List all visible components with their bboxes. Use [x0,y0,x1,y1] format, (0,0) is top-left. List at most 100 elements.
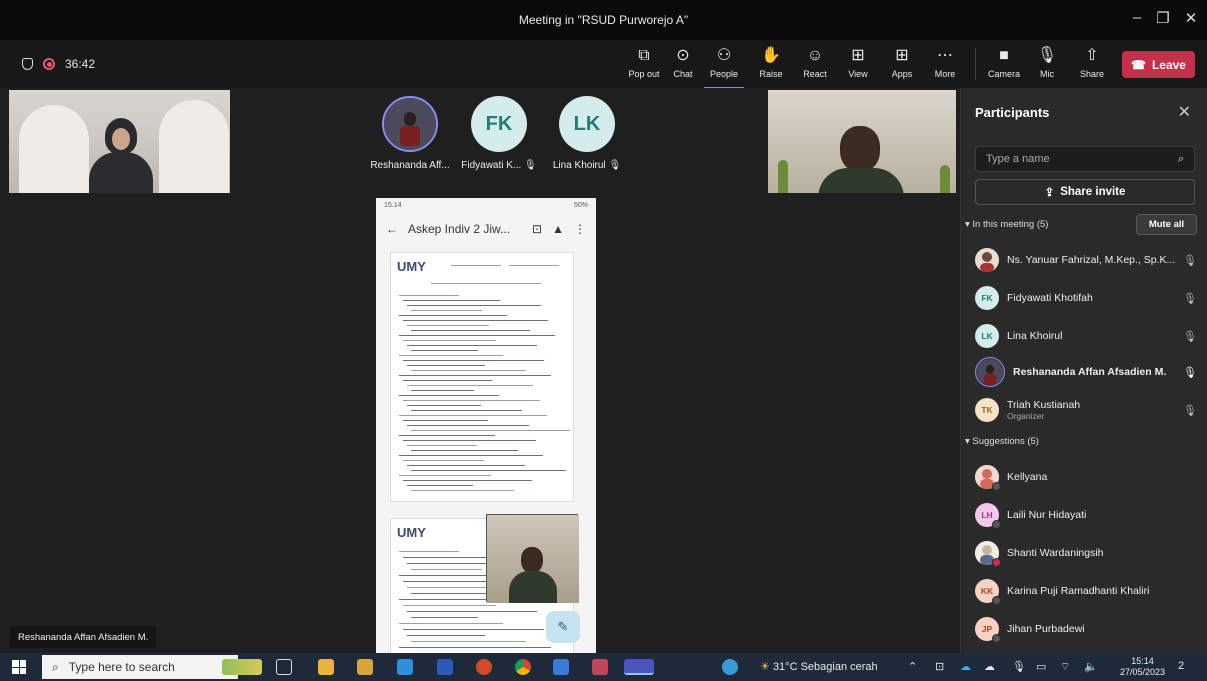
app-icon[interactable] [553,659,569,675]
participant-row[interactable]: LK Lina Khoirul 🎙 [975,319,1200,353]
people-button[interactable]: ⚇ People [704,46,744,89]
suggestions-section-header[interactable]: ▾ Suggestions (5) [965,436,1039,447]
calendar-app-icon[interactable] [592,659,608,675]
suggestion-row[interactable]: KK Karina Puji Ramadhanti Khaliri [975,574,1200,608]
pop-out-button[interactable]: ⧉ Pop out [624,46,664,79]
background-arch [19,105,89,193]
offline-status-icon [992,520,1001,529]
search-icon: ⌕ [52,659,59,674]
participant-avatar: FK [975,286,999,310]
document-text-line [407,635,485,636]
help-icon[interactable] [722,659,738,675]
participant-row[interactable]: TK Triah Kustianah Organizer 🎙 [975,393,1200,427]
share-button[interactable]: ⇧ Share [1072,46,1112,79]
notifications-icon[interactable]: 2 [1178,660,1184,672]
document-text-line [407,325,489,326]
participant-row[interactable]: Reshananda Affan Afsadien M. 🎙 [975,355,1200,389]
background-arch [159,100,229,193]
document-text-line [403,440,536,441]
document-text-line [407,445,477,446]
document-text-line [407,305,541,306]
mic-muted-icon: 🎙 [1183,254,1197,267]
document-text-line [403,605,496,606]
document-text-line [407,385,533,386]
document-page: UMY [390,252,574,502]
toolbar-divider [975,48,976,80]
teams-icon[interactable] [624,659,654,675]
microphone-tray-icon[interactable]: 🎙 [1012,660,1026,673]
tray-chevron-icon[interactable]: ⌃ [908,660,917,673]
mail-icon[interactable] [397,659,413,675]
participant-avatar [382,96,438,152]
react-button[interactable]: ☺ React [795,46,835,79]
word-icon[interactable] [437,659,453,675]
document-text-line [403,320,548,321]
leave-button[interactable]: ☎ Leave [1122,51,1195,78]
weather-widget[interactable]: ☀ 31°C Sebagian cerah [760,660,878,673]
participant-row[interactable]: FK Fidyawati Khotifah 🎙 [975,281,1200,315]
apps-button[interactable]: ⊞ Apps [882,46,922,79]
meeting-stage: Reshananda Aff... FK Fidyawati K... 🎙 LK… [0,88,960,653]
battery-icon[interactable]: ▭ [1036,660,1046,673]
raise-hand-button[interactable]: ✋ Raise [751,46,791,79]
onedrive-personal-icon[interactable]: ☁ [984,660,995,673]
document-text-line [399,623,503,624]
share-invite-button[interactable]: ⇪ Share invite [975,179,1195,205]
apps-icon: ⊞ [895,47,909,64]
document-text-line [411,641,526,642]
kebab-menu-icon: ⋮ [574,222,586,236]
close-icon[interactable]: ✕ [1180,9,1202,27]
document-text-line [411,390,474,391]
store-icon[interactable] [357,659,373,675]
suggestion-row[interactable]: LH Laili Nur Hidayati [975,498,1200,532]
smiley-icon: ☺ [806,47,824,64]
suggestion-avatar [975,465,1001,491]
in-meeting-section-header[interactable]: ▾ In this meeting (5) [965,219,1048,230]
notification-count: 2 [1178,660,1185,672]
title-bar: Meeting in "RSUD Purworejo A" – ❐ ✕ [0,0,1207,40]
annotation-button[interactable]: ✎ [546,611,580,643]
tray-app-icon[interactable]: ⊡ [935,660,944,673]
shared-screen[interactable]: 15.14 50% ← Askep Indiv 2 Jiw... ⊡ ▲ ⋮ U… [376,198,596,653]
suggestion-row[interactable]: Kellyana [975,460,1200,494]
chat-icon: ⊙ [676,47,690,64]
taskbar-search-input[interactable]: ⌕ Type here to search [42,655,238,679]
onedrive-icon[interactable]: ☁ [960,660,971,673]
mic-button[interactable]: 🎙 Mic [1027,46,1067,79]
news-widget-icon[interactable] [222,659,262,675]
participant-row[interactable]: Ns. Yanuar Fahrizal, M.Kep., Sp.K... 🎙 [975,243,1200,277]
meeting-timer: 36:42 [22,57,95,71]
mic-muted-icon: 🎙 [1183,330,1197,343]
chat-button[interactable]: ⊙ Chat [663,46,703,79]
pop-out-icon: ⧉ [638,47,650,64]
mute-all-button[interactable]: Mute all [1136,214,1197,235]
powerpoint-icon[interactable] [476,659,492,675]
chrome-icon[interactable] [515,659,531,675]
wifi-icon[interactable]: ⌔ [1060,660,1070,674]
drive-icon: ▲ [552,222,564,236]
document-text-line [411,490,514,491]
close-icon[interactable]: ✕ [1178,102,1191,122]
camera-button[interactable]: ■ Camera [984,46,1024,79]
suggestion-row[interactable]: Shanti Wardaningsih [975,536,1200,570]
task-view-icon[interactable] [276,659,292,675]
document-text-line [411,430,570,431]
system-clock[interactable]: 15:14 27/05/2023 [1120,656,1165,678]
minimize-icon[interactable]: – [1126,9,1148,26]
file-explorer-icon[interactable] [318,659,334,675]
busy-status-icon [992,558,1001,567]
more-button[interactable]: ⋯ More [925,46,965,79]
windows-start-icon[interactable] [12,660,26,674]
participant-video-right[interactable] [768,90,956,193]
participant-tile-lina[interactable]: LK Lina Khoirul 🎙 [532,96,642,171]
mic-muted-icon: 🎙 [1183,292,1197,305]
restore-icon[interactable]: ❐ [1152,9,1174,27]
doc-title: Askep Indiv 2 Jiw... [408,222,511,236]
speaker-icon[interactable]: 🔈 [1084,660,1098,673]
view-button[interactable]: ⊞ View [838,46,878,79]
document-text-line [403,380,492,381]
participant-search-input[interactable]: Type a name ⌕ [975,146,1195,172]
participant-video-left[interactable] [9,90,230,193]
suggestion-row[interactable]: JP Jihan Purbadewi [975,612,1200,646]
doc-search-icon: ⊡ [532,222,543,236]
